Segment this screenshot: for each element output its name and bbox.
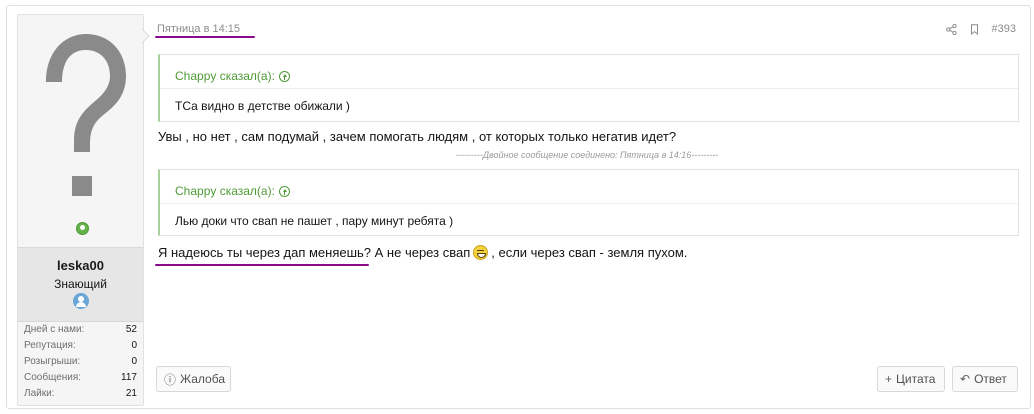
quote-block: Chappy сказал(а): ТСа видно в детстве об… bbox=[158, 54, 1019, 122]
stat-value: 21 bbox=[125, 388, 137, 399]
merge-note: ---------Двойное сообщение соединено: Пя… bbox=[455, 150, 719, 160]
online-status-icon bbox=[76, 222, 89, 235]
quote-author[interactable]: Chappy сказал(а): bbox=[175, 184, 290, 198]
quote-text: Лью доки что свап не пашет , пару минут … bbox=[175, 214, 454, 228]
plus-icon: + bbox=[885, 372, 893, 386]
stat-label: Сообщения: bbox=[24, 372, 82, 383]
user-cell-arrow bbox=[141, 28, 150, 44]
stat-label: Лайки: bbox=[24, 388, 55, 399]
reply-label: Ответ bbox=[974, 372, 1007, 386]
stat-label: Репутация: bbox=[24, 340, 76, 351]
divider bbox=[160, 88, 1018, 89]
quote-text: ТСа видно в детстве обижали ) bbox=[175, 99, 350, 113]
stat-value: 0 bbox=[131, 356, 137, 367]
message-text-part: Я надеюсь ты через дап меняешь? А не чер… bbox=[158, 245, 471, 260]
message-text-part: , если через свап - земля пухом. bbox=[491, 245, 688, 260]
stat-label: Дней с нами: bbox=[24, 324, 85, 335]
quote-button[interactable]: + Цитата bbox=[877, 366, 945, 392]
stat-row: Сообщения: 117 bbox=[24, 370, 137, 386]
post-date[interactable]: Пятница в 14:15 bbox=[157, 23, 240, 35]
arrow-up-icon[interactable] bbox=[278, 185, 290, 197]
quote-author-label: Chappy сказал(а): bbox=[175, 69, 275, 83]
quote-author[interactable]: Chappy сказал(а): bbox=[175, 69, 290, 83]
user-badge-icon bbox=[72, 293, 89, 309]
quote-label: Цитата bbox=[896, 372, 936, 386]
report-label: Жалоба bbox=[180, 372, 225, 386]
arrow-up-icon[interactable] bbox=[278, 70, 290, 82]
message-main: Пятница в 14:15 #393 Chappy сказал(а): Т… bbox=[155, 6, 1022, 408]
stat-label: Розыгрыши: bbox=[24, 356, 81, 367]
smiley-icon bbox=[473, 245, 489, 260]
reply-button[interactable]: ↶ Ответ bbox=[952, 366, 1018, 392]
stat-row: Дней с нами: 52 bbox=[24, 322, 137, 338]
stat-value: 117 bbox=[121, 372, 137, 383]
post-number[interactable]: #393 bbox=[992, 23, 1016, 35]
message-post: leska00 Знающий Дней с нами: 52 Репутаци… bbox=[6, 5, 1031, 409]
user-title: Знающий bbox=[54, 277, 107, 291]
annotation-underline bbox=[155, 264, 369, 266]
message-text: Я надеюсь ты через дап меняешь? А не чер… bbox=[158, 245, 687, 260]
user-cell: leska00 Знающий Дней с нами: 52 Репутаци… bbox=[17, 14, 144, 406]
bookmark-icon[interactable] bbox=[969, 23, 980, 35]
divider bbox=[160, 203, 1018, 204]
stat-value: 52 bbox=[125, 324, 137, 335]
stat-row: Лайки: 21 bbox=[24, 386, 137, 402]
post-header-actions: #393 bbox=[945, 23, 1016, 35]
share-icon[interactable] bbox=[945, 23, 957, 35]
question-mark-avatar-icon bbox=[45, 34, 126, 196]
info-icon: ⓘ bbox=[164, 372, 177, 387]
stat-value: 0 bbox=[131, 340, 137, 351]
quote-block: Chappy сказал(а): Лью доки что свап не п… bbox=[158, 169, 1019, 236]
quote-author-label: Chappy сказал(а): bbox=[175, 184, 275, 198]
message-text: Увы , но нет , сам подумай , зачем помог… bbox=[158, 129, 677, 144]
stat-row: Розыгрыши: 0 bbox=[24, 354, 137, 370]
avatar[interactable] bbox=[18, 15, 143, 215]
reply-icon: ↶ bbox=[960, 372, 971, 386]
user-stats: Дней с нами: 52 Репутация: 0 Розыгрыши: … bbox=[18, 322, 143, 402]
user-info: leska00 Знающий bbox=[18, 247, 143, 322]
annotation-underline bbox=[155, 36, 255, 38]
stat-row: Репутация: 0 bbox=[24, 338, 137, 354]
report-button[interactable]: ⓘ Жалоба bbox=[156, 366, 231, 392]
username[interactable]: leska00 bbox=[18, 258, 143, 273]
